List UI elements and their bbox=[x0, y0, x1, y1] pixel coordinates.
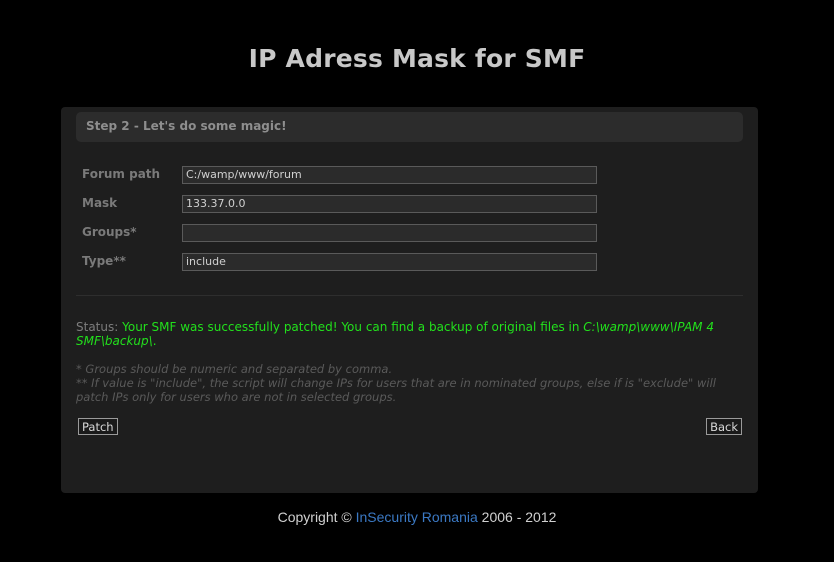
status-suffix: . bbox=[152, 334, 157, 348]
mask-input[interactable] bbox=[182, 195, 597, 213]
status-message: Status: Your SMF was successfully patche… bbox=[76, 320, 746, 348]
copyright-years: 2006 - 2012 bbox=[481, 509, 557, 525]
type-label: Type** bbox=[82, 254, 126, 268]
footer: Copyright © InSecurity Romania 2006 - 20… bbox=[0, 509, 834, 525]
mask-label: Mask bbox=[82, 196, 118, 210]
page-title: IP Adress Mask for SMF bbox=[248, 44, 586, 73]
divider bbox=[76, 295, 743, 296]
step-heading: Step 2 - Let's do some magic! bbox=[86, 119, 287, 133]
back-button[interactable]: Back bbox=[706, 418, 742, 435]
status-text: Your SMF was successfully patched! You c… bbox=[122, 320, 580, 334]
status-prefix: Status: bbox=[76, 320, 119, 334]
forum-path-input[interactable] bbox=[182, 166, 597, 184]
copyright-text: Copyright © bbox=[277, 509, 352, 525]
type-note: ** If value is "include", the script wil… bbox=[76, 376, 716, 404]
groups-input[interactable] bbox=[182, 224, 597, 242]
groups-note: * Groups should be numeric and separated… bbox=[76, 362, 393, 376]
groups-label: Groups* bbox=[82, 225, 137, 239]
type-input[interactable] bbox=[182, 253, 597, 271]
notes: * Groups should be numeric and separated… bbox=[76, 362, 746, 404]
step-header: Step 2 - Let's do some magic! bbox=[76, 112, 743, 142]
main-panel: Step 2 - Let's do some magic! Forum path… bbox=[61, 107, 758, 493]
forum-path-label: Forum path bbox=[82, 167, 161, 181]
patch-button[interactable]: Patch bbox=[78, 418, 118, 435]
insecurity-romania-link[interactable]: InSecurity Romania bbox=[356, 509, 478, 525]
